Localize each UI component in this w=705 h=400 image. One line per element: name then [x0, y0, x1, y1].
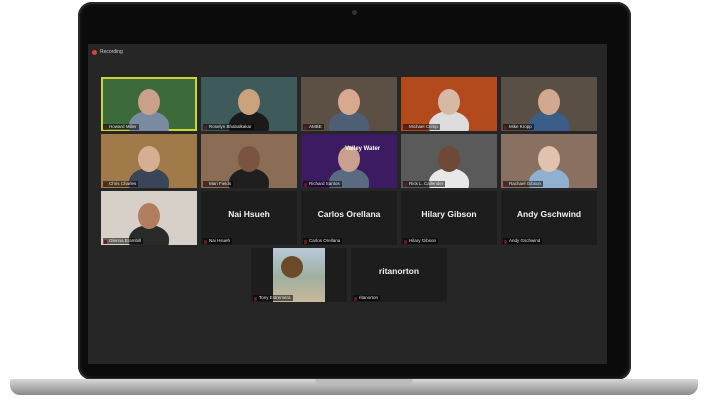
- participant-face: [138, 146, 160, 172]
- participant-face: [138, 203, 160, 229]
- participant-tile[interactable]: Chris Charles: [101, 134, 197, 188]
- participant-name-label: ritanorton: [353, 295, 381, 301]
- participant-name-label: Nai Hsueh: [203, 238, 233, 244]
- tree: [281, 256, 303, 278]
- participant-name-label: Andy Gschwind: [503, 238, 543, 244]
- participant-tile[interactable]: Roselyn Bhabalkakar: [201, 77, 297, 131]
- participant-face: [538, 146, 560, 172]
- participant-face: [138, 89, 160, 115]
- participant-display-name: Nai Hsueh: [228, 209, 270, 219]
- laptop-base: [10, 379, 698, 395]
- laptop-notch: [315, 379, 413, 384]
- participant-face: [538, 89, 560, 115]
- participant-name-label: Rick L. Callender: [403, 181, 446, 187]
- participant-face: [438, 89, 460, 115]
- recording-indicator[interactable]: Recording: [92, 47, 123, 57]
- participant-display-name: Carlos Orellana: [317, 209, 381, 219]
- participant-tile[interactable]: Howard Miller: [101, 77, 197, 131]
- participant-tile[interactable]: Mari Fields: [201, 134, 297, 188]
- participant-tile[interactable]: Michael Crimp: [401, 77, 497, 131]
- participant-name-label: Mari Fields: [203, 181, 234, 187]
- participant-name-label: Chris Charles: [103, 181, 139, 187]
- recording-label: Recording: [100, 49, 123, 55]
- participant-display-name: Andy Gschwind: [516, 209, 582, 219]
- zoom-meeting-window: Recording Howard Miller Roselyn Bhabalkak…: [88, 44, 607, 364]
- participant-display-name: ritanorton: [378, 266, 420, 276]
- record-icon: [92, 49, 97, 55]
- participant-tile[interactable]: Mike Kropp: [501, 77, 597, 131]
- participant-tile[interactable]: Tony Estremera: [251, 248, 347, 302]
- participant-face: [238, 89, 260, 115]
- participant-name-label: Howard Miller: [103, 124, 139, 130]
- participant-tile[interactable]: Rick L. Callender: [401, 134, 497, 188]
- participant-name-label: Hilary Gibson: [403, 238, 439, 244]
- participant-name-label: Mike Kropp: [503, 124, 534, 130]
- participant-name-label: Tony Estremera: [253, 295, 293, 301]
- participant-tile[interactable]: Carlos Orellana Carlos Orellana: [301, 191, 397, 245]
- virtual-background-logo: Valley Water: [345, 146, 381, 152]
- participant-tile[interactable]: ritanorton ritanorton: [351, 248, 447, 302]
- participant-face: [238, 146, 260, 172]
- participant-name-label: Richard Santos: [303, 181, 342, 187]
- participant-name-label: Carlos Orellana: [303, 238, 343, 244]
- participant-tile[interactable]: Hilary Gibson Hilary Gibson: [401, 191, 497, 245]
- participant-name-label: Glenna Brambill: [103, 238, 144, 244]
- participant-face: [438, 146, 460, 172]
- participant-tile[interactable]: Valley Water Richard Santos: [301, 134, 397, 188]
- participant-tile[interactable]: Nai Hsueh Nai Hsueh: [201, 191, 297, 245]
- participant-tile[interactable]: Glenna Brambill: [101, 191, 197, 245]
- participant-display-name: Hilary Gibson: [421, 209, 477, 219]
- participant-tile[interactable]: Andy Gschwind Andy Gschwind: [501, 191, 597, 245]
- participant-face: [338, 89, 360, 115]
- participant-tile[interactable]: AMBE: [301, 77, 397, 131]
- participant-name-label: Michael Crimp: [403, 124, 440, 130]
- participant-tile[interactable]: Rachael Gibson: [501, 134, 597, 188]
- participant-name-label: AMBE: [303, 124, 324, 130]
- participant-name-label: Roselyn Bhabalkakar: [203, 124, 254, 130]
- camera-dot: [352, 10, 357, 15]
- participant-name-label: Rachael Gibson: [503, 181, 544, 187]
